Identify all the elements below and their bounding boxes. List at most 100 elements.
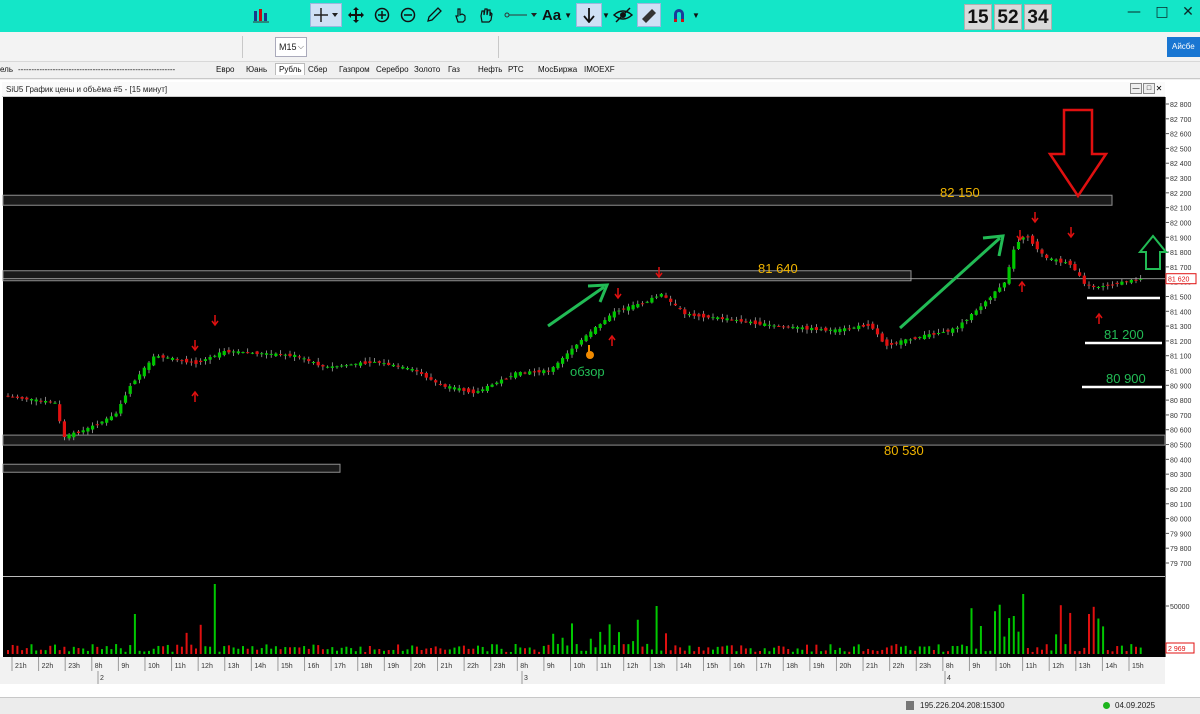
candle-body bbox=[1125, 281, 1129, 283]
level-label-80530: 80 530 bbox=[884, 443, 924, 458]
connection-icon bbox=[906, 701, 914, 710]
price-tick-label: 82 800 bbox=[1170, 102, 1192, 109]
time-tick-label: 11h bbox=[1026, 663, 1037, 670]
quick-tab-oil[interactable]: Нефть bbox=[478, 65, 502, 74]
price-tick-label: 81 700 bbox=[1170, 265, 1192, 272]
time-tick-label: 23h bbox=[494, 663, 506, 670]
candle-body bbox=[67, 434, 71, 439]
candle-body bbox=[852, 327, 856, 329]
candle-body bbox=[551, 367, 555, 372]
quick-tab-divider: ----------------------------------------… bbox=[18, 65, 176, 74]
candle-body bbox=[161, 355, 165, 358]
candle-body bbox=[767, 324, 771, 326]
candle-body bbox=[669, 298, 673, 302]
quick-tab-gazprom[interactable]: Газпром bbox=[339, 65, 370, 74]
chevron-down-icon[interactable]: ▼ bbox=[602, 3, 610, 27]
candle-body bbox=[777, 325, 781, 327]
minimize-icon[interactable]: — bbox=[1124, 4, 1144, 20]
time-tick-label: 11h bbox=[175, 663, 186, 670]
hide-eye-icon[interactable] bbox=[612, 3, 634, 27]
zoom-out-icon[interactable] bbox=[398, 3, 418, 27]
candle-body bbox=[76, 431, 81, 434]
zoom-in-icon[interactable] bbox=[372, 3, 392, 27]
candle-body bbox=[1016, 241, 1021, 249]
close-icon[interactable]: ✕ bbox=[1178, 4, 1198, 20]
candle-body bbox=[810, 327, 814, 331]
candle-body bbox=[922, 334, 927, 340]
candle-body bbox=[603, 320, 607, 325]
candle-body bbox=[1106, 284, 1110, 286]
time-tick-label: 22h bbox=[467, 663, 479, 670]
candle-body bbox=[354, 363, 358, 365]
timeframe-select[interactable]: M15 ⌵ bbox=[275, 37, 307, 57]
pencil-icon[interactable] bbox=[424, 3, 444, 27]
crosshair-tool-button[interactable] bbox=[310, 3, 342, 27]
quick-tab-ruble[interactable]: Рубль bbox=[275, 63, 306, 75]
candle-body bbox=[960, 322, 964, 329]
candle-body bbox=[833, 329, 837, 333]
time-tick-label: 16h bbox=[733, 663, 745, 670]
candle-body bbox=[471, 389, 475, 394]
quick-tab-gold[interactable]: Золото bbox=[414, 65, 440, 74]
candle-body bbox=[434, 380, 438, 383]
quick-tab-sber[interactable]: Сбер bbox=[308, 65, 327, 74]
time-tick-label: 20h bbox=[839, 663, 851, 670]
time-tick-label: 15h bbox=[706, 663, 718, 670]
candle-body bbox=[133, 380, 137, 385]
move-icon[interactable] bbox=[346, 3, 366, 27]
time-tick-label: 22h bbox=[893, 663, 905, 670]
time-tick-label: 8h bbox=[946, 663, 954, 670]
price-tick-label: 81 500 bbox=[1170, 294, 1192, 301]
candle-body bbox=[321, 365, 325, 367]
price-chart[interactable]: 82 800 82 700 82 600 82 500 82 400 82 300 82 2… bbox=[0, 97, 1200, 697]
candle-body bbox=[1068, 260, 1072, 265]
candle-body bbox=[631, 305, 635, 310]
text-tool-icon[interactable]: Aa ▼ bbox=[540, 3, 574, 27]
annotation-obzor: обзор bbox=[570, 364, 605, 379]
candle-body bbox=[232, 351, 236, 353]
time-tick-label: 13h bbox=[228, 663, 240, 670]
time-tick-label: 12h bbox=[201, 663, 213, 670]
ruler-icon[interactable] bbox=[637, 3, 661, 27]
chart-close-icon[interactable]: ✕ bbox=[1154, 83, 1164, 94]
magnet-icon[interactable] bbox=[668, 3, 690, 27]
candle-body bbox=[875, 328, 880, 335]
hand-point-icon[interactable] bbox=[450, 3, 470, 27]
candle-body bbox=[781, 326, 786, 328]
quick-tab-rts[interactable]: РТС bbox=[508, 65, 524, 74]
chart-minimize-icon[interactable]: — bbox=[1130, 83, 1142, 94]
candle-body bbox=[899, 340, 903, 345]
price-tick-label: 80 600 bbox=[1170, 428, 1192, 435]
quick-tab-silver[interactable]: Серебро bbox=[376, 65, 409, 74]
candle-body bbox=[297, 356, 301, 358]
quick-tabs-bar: ель ------------------------------------… bbox=[0, 62, 1200, 79]
right-panel-button[interactable]: Айсбе bbox=[1167, 37, 1200, 57]
candle-body bbox=[34, 399, 38, 402]
candle-body bbox=[692, 313, 696, 316]
quick-tab-moex[interactable]: МосБиржа bbox=[538, 65, 577, 74]
candle-body bbox=[683, 309, 687, 315]
arrow-down-tool-icon[interactable] bbox=[576, 3, 602, 27]
restore-icon[interactable]: □ bbox=[1152, 4, 1172, 20]
candle-body bbox=[330, 366, 334, 368]
time-tick-label: 9h bbox=[972, 663, 980, 670]
hand-pan-icon[interactable] bbox=[476, 3, 496, 27]
level-label-82150: 82 150 bbox=[940, 185, 980, 200]
chevron-down-icon[interactable]: ▼ bbox=[691, 3, 701, 27]
quick-tab-imoexf[interactable]: IMOEXF bbox=[584, 65, 615, 74]
time-tick-label: 11h bbox=[600, 663, 611, 670]
candle-body bbox=[598, 324, 602, 328]
quick-tab-yuan[interactable]: Юань bbox=[246, 65, 267, 74]
quick-tab-euro[interactable]: Евро bbox=[216, 65, 234, 74]
chart-type-icon[interactable] bbox=[250, 3, 272, 27]
candle-body bbox=[673, 303, 677, 306]
candle-body bbox=[29, 398, 34, 401]
candle-body bbox=[626, 306, 630, 311]
candle-body bbox=[340, 365, 344, 367]
level-label-80900: 80 900 bbox=[1106, 371, 1146, 386]
candle-body bbox=[880, 333, 884, 342]
quick-tab-gas[interactable]: Газ bbox=[448, 65, 460, 74]
level-zone-80340 bbox=[2, 463, 341, 473]
line-style-icon[interactable] bbox=[503, 3, 537, 27]
time-tick-label: 23h bbox=[919, 663, 931, 670]
